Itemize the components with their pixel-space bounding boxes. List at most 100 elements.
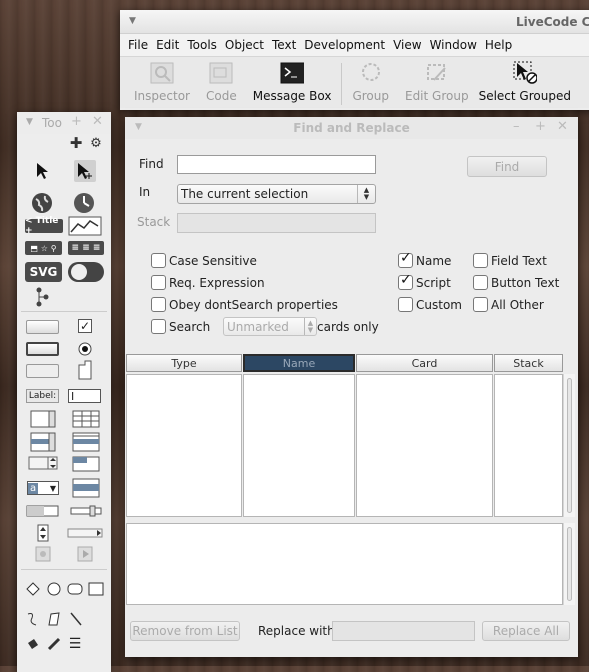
segmented-control-widget-icon[interactable]: ⬒ ☆ ⚲ — [25, 241, 62, 255]
combo-box-tool[interactable]: a ▼ — [27, 481, 59, 495]
column-header-name[interactable]: Name — [243, 354, 355, 372]
polygon-tool-icon[interactable] — [47, 611, 61, 627]
radio-button-tool-icon[interactable] — [78, 342, 92, 356]
pointer-tool-icon[interactable] — [74, 160, 96, 182]
clock-widget-icon[interactable] — [73, 192, 95, 214]
image-tool-icon[interactable] — [35, 546, 51, 562]
progress-bar-tool-icon[interactable] — [26, 505, 59, 517]
popup-menu-tool-icon[interactable] — [72, 456, 100, 472]
default-button-tool-icon[interactable] — [26, 342, 59, 356]
in-select[interactable]: The current selection ▲ ▼ — [177, 184, 376, 204]
replace-all-button[interactable]: Replace All — [482, 621, 570, 641]
code-button[interactable]: Code — [206, 61, 237, 103]
label-field-tool[interactable]: Label: — [26, 389, 59, 403]
diamond-tool-icon[interactable] — [26, 582, 40, 596]
option-menu-tool-icon[interactable] — [28, 456, 58, 470]
marked-filter-select[interactable]: Unmarked ▲ ▼ — [223, 317, 317, 336]
line-graph-widget-icon[interactable] — [68, 216, 102, 236]
browse-tool-icon[interactable] — [33, 161, 51, 181]
rectangle-button-tool-icon[interactable] — [26, 364, 59, 378]
edit-group-button[interactable]: Edit Group — [405, 61, 469, 103]
find-input[interactable] — [177, 155, 376, 174]
message-box-button[interactable]: Message Box — [253, 61, 331, 103]
menu-window[interactable]: Window — [426, 38, 481, 52]
case-sensitive-checkbox[interactable]: Case Sensitive — [151, 253, 257, 268]
header-bar-widget[interactable]: < Title + — [25, 216, 63, 236]
button-text-checkbox[interactable]: Button Text — [473, 275, 559, 290]
tools-titlebar[interactable]: ▼ Too + ✕ — [17, 112, 111, 134]
script-checkbox[interactable]: ✓ Script — [398, 272, 451, 290]
menu-file[interactable]: File — [124, 38, 152, 52]
menu-development[interactable]: Development — [300, 38, 389, 52]
navigation-bar-widget-icon[interactable]: ≡ ≡ ≡ — [68, 241, 104, 255]
pencil-tool-icon[interactable] — [47, 637, 61, 651]
slider-tool-icon[interactable] — [70, 505, 102, 517]
list-field-tool-icon[interactable] — [30, 432, 56, 452]
remove-from-list-button[interactable]: Remove from List — [130, 621, 240, 641]
rectangle-tool-icon[interactable] — [88, 582, 104, 596]
preview-text-area[interactable] — [126, 523, 563, 605]
all-other-checkbox[interactable]: All Other — [473, 297, 544, 312]
oval-tool-icon[interactable] — [47, 582, 61, 596]
replace-with-field[interactable] — [332, 621, 475, 641]
name-checkbox[interactable]: ✓ Name — [398, 250, 451, 268]
dialog-titlebar[interactable]: ▼ Find and Replace – + ✕ — [125, 117, 578, 139]
player-tool-icon[interactable] — [77, 546, 93, 562]
freehand-tool-icon[interactable] — [26, 611, 40, 627]
field-text-checkbox[interactable]: Field Text — [473, 253, 547, 268]
pulldown-menu-tool-icon[interactable] — [72, 478, 100, 498]
tools-close-icon[interactable]: ✕ — [92, 114, 103, 129]
menu-object[interactable]: Object — [221, 38, 268, 52]
scrollbar-tool-icon[interactable] — [67, 528, 103, 538]
stack-field[interactable] — [177, 213, 376, 233]
menu-tools[interactable]: Tools — [183, 38, 221, 52]
scrolling-field-tool-icon[interactable] — [30, 410, 56, 428]
tree-view-widget-icon[interactable] — [33, 287, 51, 307]
menu-view[interactable]: View — [389, 38, 425, 52]
data-grid-tool-icon[interactable] — [72, 432, 100, 452]
window-menu-chevron-icon[interactable]: ▼ — [129, 16, 136, 26]
close-icon[interactable]: ✕ — [557, 119, 568, 134]
tab-button-tool-icon[interactable] — [78, 360, 94, 380]
obey-dontsearch-checkbox[interactable]: Obey dontSearch properties — [151, 297, 338, 312]
scrollbar-thumb[interactable] — [567, 527, 572, 601]
inspector-button[interactable]: Inspector — [134, 61, 190, 103]
menu-help[interactable]: Help — [481, 38, 516, 52]
add-icon[interactable]: ✚ — [69, 134, 83, 152]
rounded-rectangle-tool-icon[interactable] — [67, 582, 83, 596]
stack-column-list[interactable] — [494, 374, 563, 517]
checkbox-tool-icon[interactable]: ✓ — [78, 319, 92, 333]
little-arrows-tool-icon[interactable] — [37, 524, 49, 542]
tools-menu-chevron-icon[interactable]: ▼ — [26, 117, 33, 127]
column-header-stack[interactable]: Stack — [494, 354, 563, 372]
select-grouped-button[interactable]: Select Grouped — [479, 61, 571, 103]
tools-pin-icon[interactable]: + — [71, 114, 82, 129]
button-tool-icon[interactable] — [26, 320, 59, 334]
results-scrollbar[interactable] — [563, 374, 575, 517]
text-field-tool-icon[interactable]: I — [68, 389, 101, 403]
table-field-tool-icon[interactable] — [72, 410, 100, 428]
bucket-tool-icon[interactable] — [26, 637, 40, 651]
line-weight-icon[interactable]: ☰ — [68, 636, 82, 652]
type-column-list[interactable] — [126, 374, 242, 517]
menu-edit[interactable]: Edit — [152, 38, 183, 52]
group-button[interactable]: Group — [352, 61, 389, 103]
minimize-icon[interactable]: – — [513, 119, 520, 134]
regex-checkbox[interactable]: Req. Expression — [151, 275, 265, 290]
scrollbar-thumb[interactable] — [567, 378, 572, 513]
name-column-list[interactable] — [243, 374, 355, 517]
column-header-card[interactable]: Card — [356, 354, 493, 372]
menu-text[interactable]: Text — [268, 38, 300, 52]
switch-widget-icon[interactable] — [68, 262, 104, 282]
gear-icon[interactable]: ⚙ — [89, 136, 103, 151]
svg-widget[interactable]: SVG — [25, 262, 62, 282]
line-tool-icon[interactable] — [69, 611, 83, 627]
custom-checkbox[interactable]: Custom — [398, 297, 462, 312]
column-header-type[interactable]: Type — [126, 354, 242, 372]
find-button[interactable]: Find — [467, 156, 547, 177]
preview-scrollbar[interactable] — [563, 523, 575, 605]
main-titlebar[interactable]: ▼ LiveCode Co — [120, 10, 589, 34]
card-column-list[interactable] — [356, 374, 493, 517]
browser-widget-icon[interactable] — [31, 192, 53, 214]
search-checkbox[interactable]: Search — [151, 319, 210, 334]
